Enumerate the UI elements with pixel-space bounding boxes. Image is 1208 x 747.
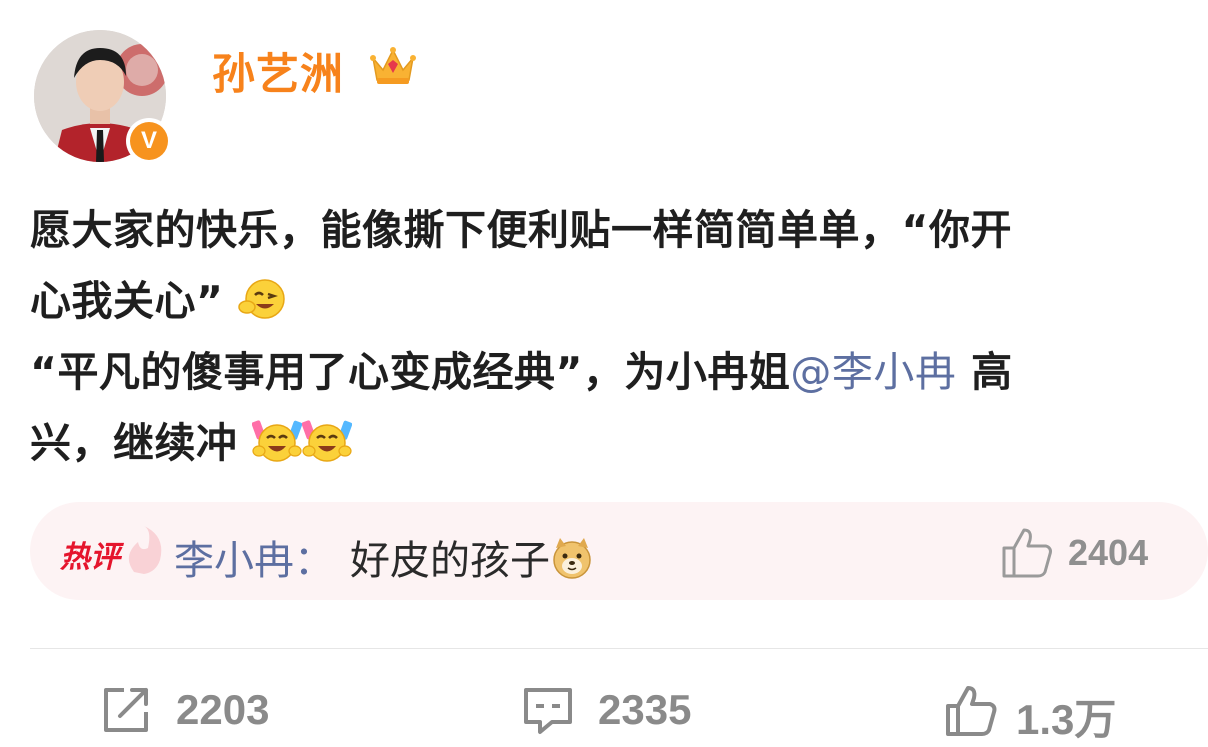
repost-icon xyxy=(104,688,148,732)
post-text-line-2: 心我关心” xyxy=(30,266,1200,337)
repost-button[interactable]: 2203 xyxy=(100,678,360,738)
post-text-line-3-start: “平凡的傻事用了心变成经典”，为小冉姐 xyxy=(30,348,791,396)
wink-laugh-emoji xyxy=(238,279,285,319)
like-button[interactable]: 1.3万 xyxy=(944,678,1204,743)
post-text-line-2-text: 心我关心” xyxy=(30,277,224,325)
author-avatar[interactable]: V xyxy=(34,30,172,164)
post-text-line-3: “平凡的傻事用了心变成经典”，为小冉姐@李小冉 高 xyxy=(30,337,1200,408)
post-text-line-3-end: 高 xyxy=(956,348,1013,396)
verified-v-icon: V xyxy=(130,122,168,160)
post-text-line-1: 愿大家的快乐，能像撕下便利贴一样简简单单，“你开 xyxy=(30,206,1012,254)
hot-comment-text: 好皮的孩子 xyxy=(350,528,594,586)
hot-comment[interactable]: 热评 李小冉： 好皮的孩子 2404 xyxy=(30,502,1208,600)
like-count: 1.3万 xyxy=(1016,696,1117,743)
hot-comment-like-count: 2404 xyxy=(1068,532,1149,573)
cheering-emoji xyxy=(302,420,353,462)
mention-link[interactable]: @李小冉 xyxy=(790,348,956,396)
comment-button[interactable]: 2335 xyxy=(522,678,782,738)
verified-badge: V xyxy=(126,118,172,164)
hot-comment-text-content: 好皮的孩子 xyxy=(350,538,550,584)
thumbs-up-icon xyxy=(946,686,997,736)
divider xyxy=(30,648,1208,649)
hot-badge-label: 热评 xyxy=(60,540,120,575)
hot-comment-author[interactable]: 李小冉： xyxy=(174,528,334,586)
doge-emoji xyxy=(553,538,591,579)
post-text-line-4: 兴，继续冲 xyxy=(30,408,1200,479)
hot-comment-badge: 热评 xyxy=(60,526,170,576)
comment-icon xyxy=(524,688,572,734)
post-text-line-4-text: 兴，继续冲 xyxy=(30,419,238,467)
author-name[interactable]: 孙艺洲 xyxy=(212,40,344,102)
thumbs-up-icon[interactable] xyxy=(1000,526,1056,580)
cheering-emoji xyxy=(252,420,303,462)
post-header: V 孙艺洲 xyxy=(0,0,1208,180)
post-text: 愿大家的快乐，能像撕下便利贴一样简简单单，“你开 心我关心” “平凡的傻事用了心… xyxy=(30,195,1200,479)
crown-vip-icon[interactable] xyxy=(368,40,418,90)
